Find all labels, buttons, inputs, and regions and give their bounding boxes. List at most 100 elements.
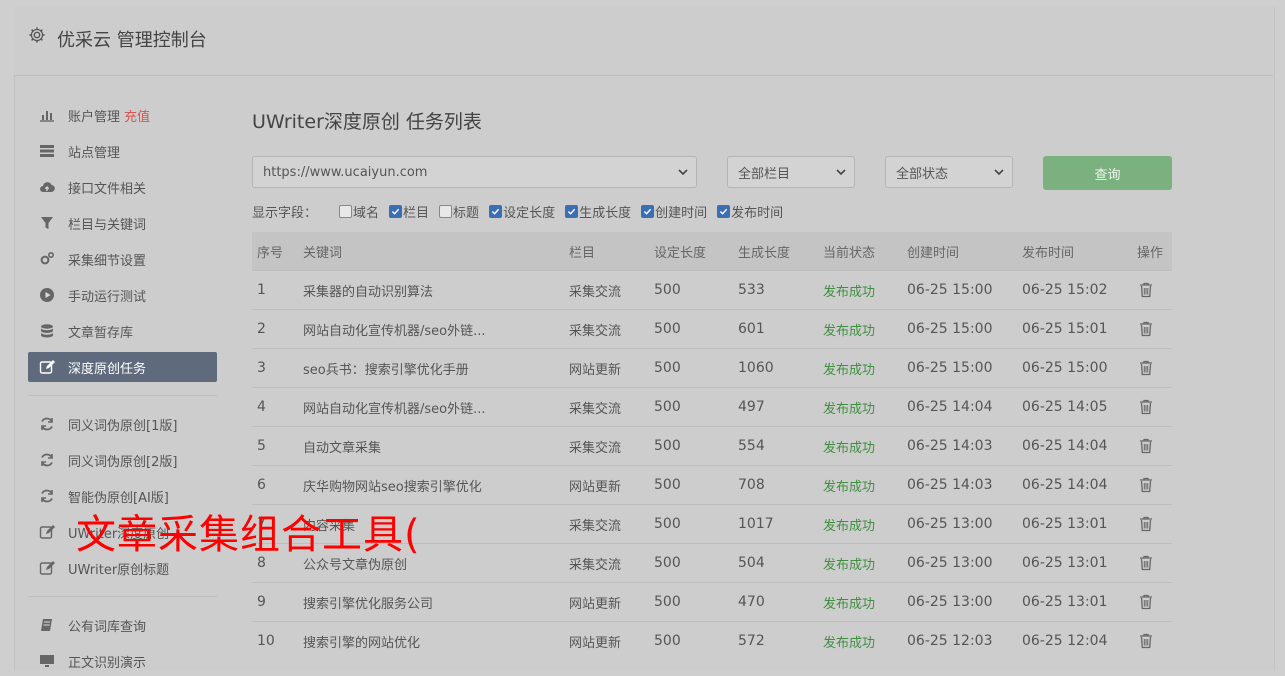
row-gen-length: 1017 — [733, 504, 818, 544]
sidebar-item-12[interactable]: UWriter深度原创 — [28, 517, 217, 547]
sidebar-item-1[interactable]: 账户管理 充值 — [28, 100, 217, 130]
row-gen-length: 533 — [733, 270, 818, 310]
sidebar-item-4[interactable]: 栏目与关键词 — [28, 208, 217, 238]
filter-icon — [39, 215, 55, 231]
trash-icon[interactable] — [1139, 360, 1153, 376]
checkbox-unchecked-icon[interactable] — [339, 204, 353, 218]
checkbox-checked-icon[interactable] — [565, 204, 579, 218]
row-status: 发布成功 — [818, 582, 902, 622]
sidebar-item-7[interactable]: 文章暂存库 — [28, 316, 217, 346]
site-select[interactable]: https://www.ucaiyun.com — [252, 156, 697, 188]
sidebar-item-9[interactable]: 同义词伪原创[1版] — [28, 409, 217, 439]
checkbox-unchecked-icon[interactable] — [439, 204, 453, 218]
row-keyword: 自动文章采集 — [298, 426, 564, 466]
sidebar-item-14[interactable]: 公有词库查询 — [28, 610, 217, 640]
row-actions — [1132, 426, 1172, 466]
field-checkbox[interactable]: 栏目 — [389, 202, 437, 221]
sidebar-item-2[interactable]: 站点管理 — [28, 136, 217, 166]
sidebar-item-6[interactable]: 手动运行测试 — [28, 280, 217, 310]
category-select[interactable]: 全部栏目 — [727, 156, 855, 188]
row-index: 9 — [252, 582, 298, 622]
recharge-link[interactable]: 充值 — [124, 106, 150, 125]
sidebar-item-10[interactable]: 同义词伪原创[2版] — [28, 445, 217, 475]
table-row: 3 seo兵书：搜索引擎优化手册 网站更新 500 1060 发布成功 06-25 15:0… — [252, 348, 1172, 388]
row-actions — [1132, 582, 1172, 622]
sidebar-item-label: 手动运行测试 — [68, 289, 147, 305]
sidebar-item-5[interactable]: 采集细节设置 — [28, 244, 217, 274]
row-set-length: 500 — [649, 504, 733, 544]
sidebar-divider — [28, 395, 217, 396]
sidebar-item-15[interactable]: 正文识别演示 — [28, 646, 217, 676]
row-set-length: 500 — [649, 465, 733, 505]
sidebar-item-label: 采集细节设置 — [68, 253, 147, 269]
checkbox-checked-icon[interactable] — [389, 204, 403, 218]
column-header: 创建时间 — [902, 232, 1017, 271]
trash-icon[interactable] — [1139, 633, 1153, 649]
field-checkbox-label: 栏目 — [403, 205, 430, 221]
field-checkbox[interactable]: 域名 — [339, 202, 387, 221]
sidebar-item-13[interactable]: UWriter原创标题 — [28, 553, 217, 583]
row-index: 8 — [252, 543, 298, 583]
row-index: 3 — [252, 348, 298, 388]
trash-icon[interactable] — [1139, 282, 1153, 298]
row-status: 发布成功 — [818, 309, 902, 349]
trash-icon[interactable] — [1139, 555, 1153, 571]
sidebar-item-label: 公有词库查询 — [68, 619, 147, 635]
row-set-length: 500 — [649, 270, 733, 310]
sidebar-item-label: 同义词伪原创[2版] — [68, 454, 178, 470]
checkbox-checked-icon[interactable] — [717, 204, 731, 218]
trash-icon[interactable] — [1139, 516, 1153, 532]
trash-icon[interactable] — [1139, 594, 1153, 610]
row-published: 06-25 13:01 — [1017, 582, 1132, 622]
cloud-upload-icon — [39, 179, 55, 195]
field-checkbox[interactable]: 发布时间 — [717, 202, 791, 221]
row-created: 06-25 15:00 — [902, 348, 1017, 388]
row-keyword: 网站自动化宣传机器/seo外链... — [298, 387, 564, 427]
field-checkbox[interactable]: 创建时间 — [641, 202, 715, 221]
page-title: UWriter深度原创 任务列表 — [252, 111, 482, 133]
edit-icon — [39, 560, 55, 576]
field-checkbox-label: 创建时间 — [655, 205, 708, 221]
field-checkbox-label: 域名 — [353, 205, 380, 221]
row-actions — [1132, 387, 1172, 427]
display-fields: 显示字段： 域名 栏目 标题 设定长度 生成长度 创建时间 发布时间 — [252, 202, 793, 221]
field-checkbox-label: 设定长度 — [503, 205, 556, 221]
field-checkbox[interactable]: 设定长度 — [489, 202, 563, 221]
row-status: 发布成功 — [818, 621, 902, 660]
checkbox-checked-icon[interactable] — [641, 204, 655, 218]
table-row: 10 搜索引擎的网站优化 网站更新 500 572 发布成功 06-25 12:03 06-2… — [252, 621, 1172, 660]
trash-icon[interactable] — [1139, 438, 1153, 454]
sidebar-item-8[interactable]: 深度原创任务 — [28, 352, 217, 382]
trash-icon[interactable] — [1139, 321, 1153, 337]
trash-icon[interactable] — [1139, 399, 1153, 415]
column-header: 序号 — [252, 232, 298, 271]
sidebar-item-label: 站点管理 — [68, 145, 121, 161]
row-actions — [1132, 465, 1172, 505]
chevron-down-icon — [994, 169, 1004, 176]
sidebar-item-label: 深度原创任务 — [68, 361, 147, 377]
field-checkbox[interactable]: 生成长度 — [565, 202, 639, 221]
sidebar-item-3[interactable]: 接口文件相关 — [28, 172, 217, 202]
book-icon — [39, 617, 55, 633]
row-actions — [1132, 504, 1172, 544]
field-checkbox-label: 生成长度 — [579, 205, 632, 221]
row-gen-length: 504 — [733, 543, 818, 583]
field-checkbox[interactable]: 标题 — [439, 202, 487, 221]
row-set-length: 500 — [649, 582, 733, 622]
table-row: 5 自动文章采集 采集交流 500 554 发布成功 06-25 14:03 06-25 14… — [252, 426, 1172, 466]
row-keyword: 网站自动化宣传机器/seo外链... — [298, 309, 564, 349]
trash-icon[interactable] — [1139, 477, 1153, 493]
sidebar-item-11[interactable]: 智能伪原创[AI版] — [28, 481, 217, 511]
chevron-down-icon — [836, 169, 846, 176]
row-index: 1 — [252, 270, 298, 310]
sidebar-item-label: UWriter原创标题 — [68, 562, 170, 578]
play-circle-icon — [39, 287, 55, 303]
row-actions — [1132, 309, 1172, 349]
row-status: 发布成功 — [818, 270, 902, 310]
checkbox-checked-icon[interactable] — [489, 204, 503, 218]
row-category: 采集交流 — [564, 543, 649, 583]
row-category: 采集交流 — [564, 270, 649, 310]
row-gen-length: 497 — [733, 387, 818, 427]
status-select[interactable]: 全部状态 — [885, 156, 1013, 188]
query-button[interactable]: 查询 — [1043, 156, 1172, 190]
